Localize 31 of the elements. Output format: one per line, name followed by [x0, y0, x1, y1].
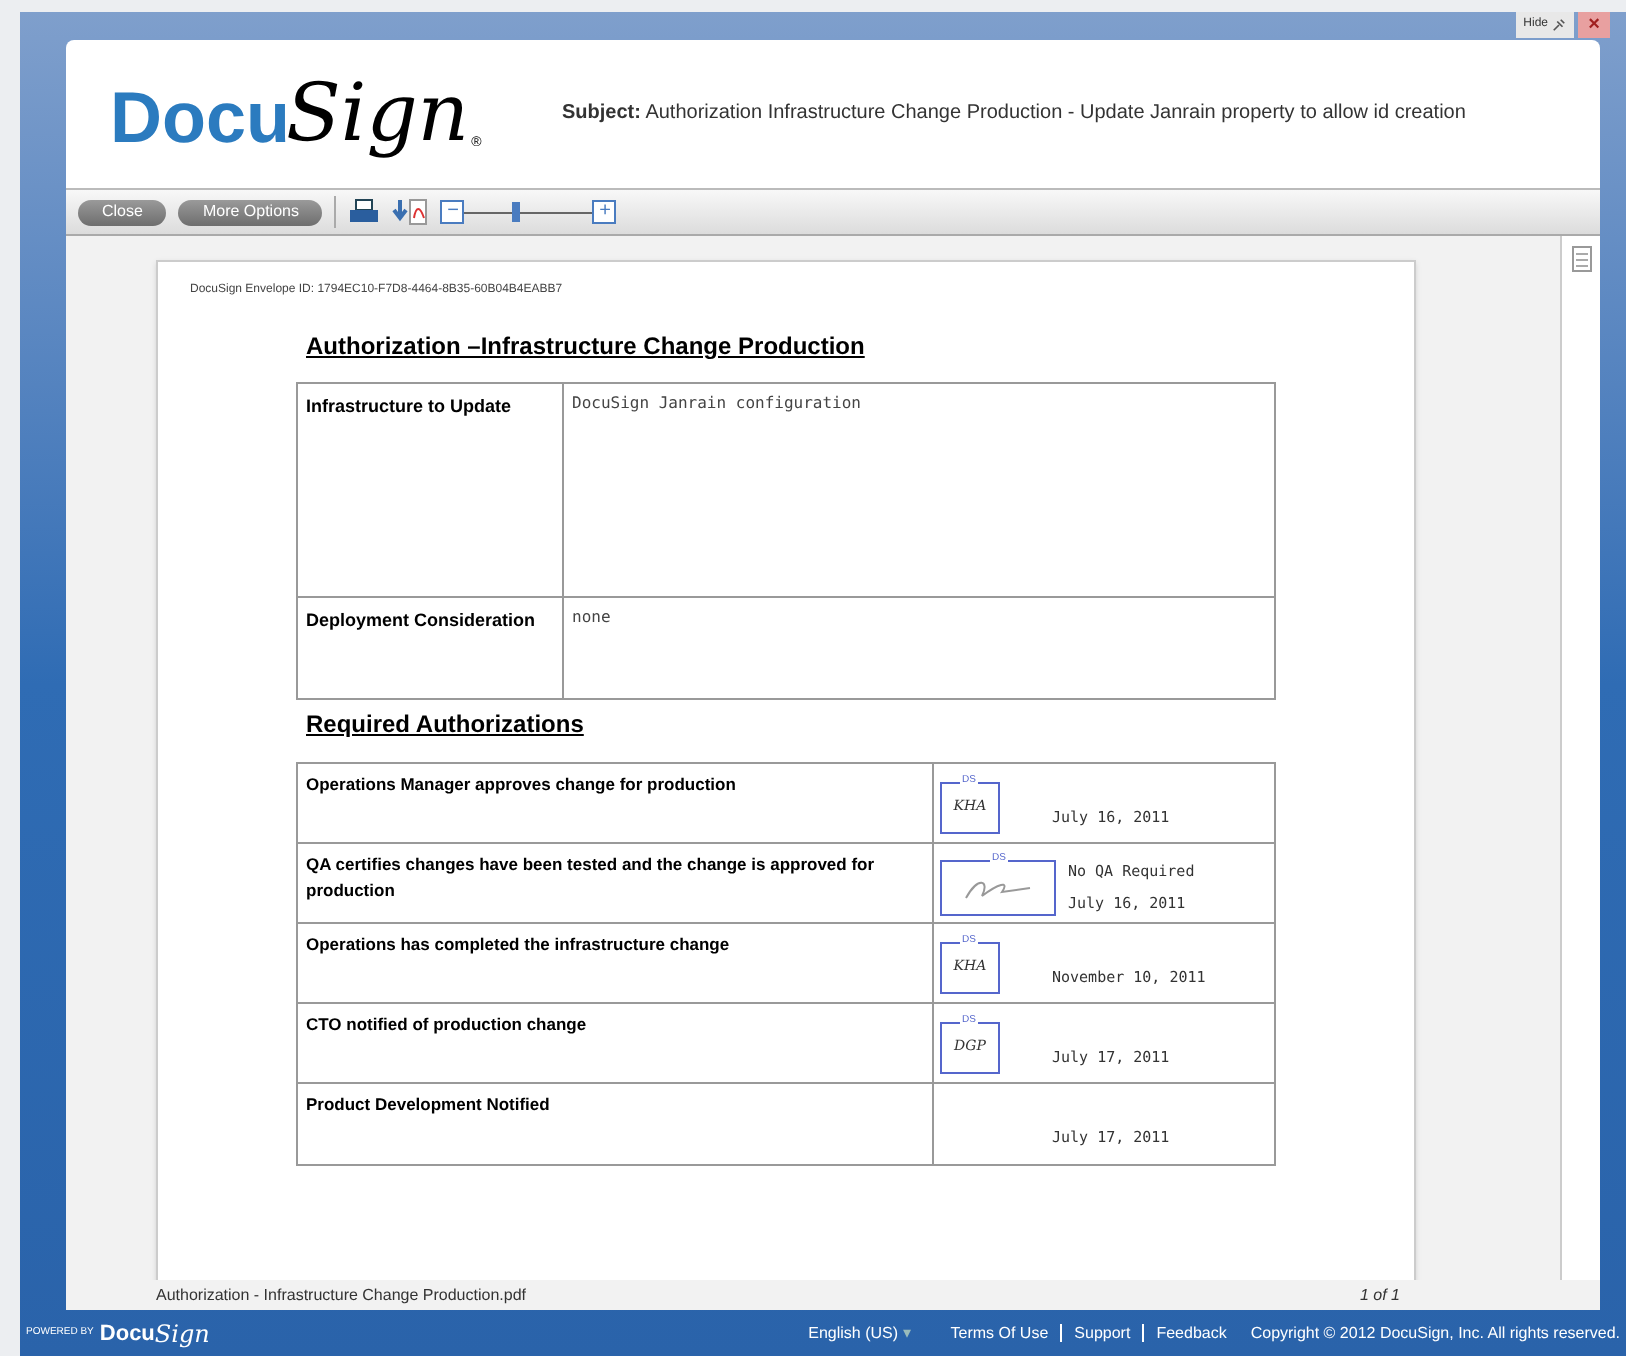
copyright-text: Copyright © 2012 DocuSign, Inc. All rights reserved.: [1250, 1321, 1620, 1345]
field-label: Infrastructure to Update: [298, 384, 564, 596]
task-text: Product Development Notified: [298, 1084, 934, 1164]
language-selector[interactable]: English (US) ▾: [808, 1321, 911, 1345]
field-value: none: [570, 606, 613, 630]
field-label: Deployment Consideration: [298, 598, 564, 698]
more-options-button[interactable]: More Options: [178, 199, 323, 225]
zoom-out-button[interactable]: −: [440, 200, 465, 224]
page-icon[interactable]: [1571, 246, 1591, 272]
pin-icon: [1552, 18, 1566, 32]
task-text: CTO notified of production change: [298, 1004, 934, 1082]
docusign-logo: DocuSign: [99, 1321, 210, 1345]
task-text: Operations Manager approves change for production: [298, 764, 934, 842]
file-name: Authorization - Infrastructure Change Production.pdf: [156, 1283, 526, 1307]
field-value: DocuSign Janrain configuration: [570, 392, 863, 416]
zoom-in-button[interactable]: +: [592, 200, 617, 224]
footer-link[interactable]: Feedback: [1156, 1321, 1227, 1345]
print-icon[interactable]: [348, 198, 381, 226]
footer-link[interactable]: Terms Of Use: [950, 1321, 1049, 1345]
zoom-thumb[interactable]: [512, 202, 521, 222]
footer-link[interactable]: Support: [1074, 1321, 1131, 1345]
page-count: 1 of 1: [1359, 1283, 1400, 1307]
task-text: QA certifies changes have been tested and the change is approved for production: [298, 844, 934, 922]
pdf-download-icon[interactable]: [392, 198, 429, 226]
zoom-slider[interactable]: [464, 202, 593, 222]
close-viewer-button[interactable]: Close: [78, 199, 167, 225]
section-title: Required Authorizations: [306, 708, 586, 742]
subject-text: Subject: Authorization Infrastructure Change Production - Update Janrain property to allow id creation: [562, 100, 1468, 128]
document-title: Authorization –Infrastructure Change Production: [306, 330, 867, 364]
task-text: Operations has completed the infrastructure change: [298, 924, 934, 1002]
close-button[interactable]: ×: [1578, 12, 1610, 38]
